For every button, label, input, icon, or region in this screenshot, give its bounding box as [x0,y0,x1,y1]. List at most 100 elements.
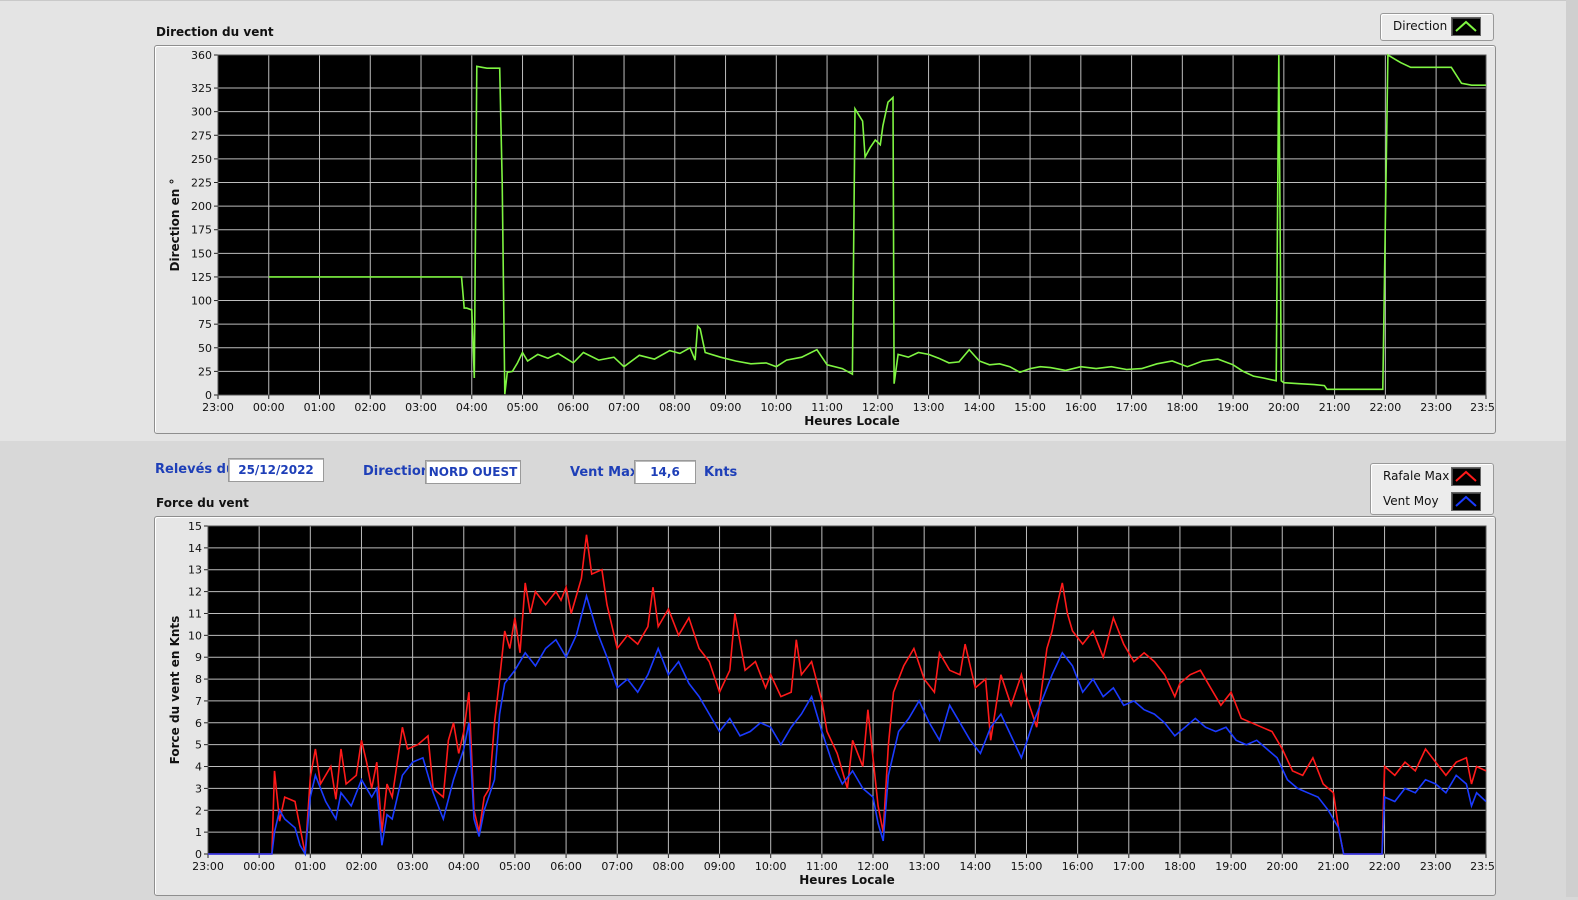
x-tick-label: 07:00 [608,401,640,414]
plot-area [208,526,1486,854]
y-tick-label: 0 [195,848,202,861]
x-tick-label: 19:00 [1217,401,1249,414]
x-tick-label: 06:00 [557,401,589,414]
direction-label: Direction [363,464,431,479]
y-tick-label: 4 [195,761,202,774]
x-tick-label: 05:00 [507,401,539,414]
x-tick-label: 10:00 [755,860,787,873]
y-tick-label: 11 [188,607,202,620]
x-tick-label: 09:00 [704,860,736,873]
direction-chart-panel: 23:00 00:00 01:00 02:00 03:00 04:00 05:00 06:00… [154,45,1502,434]
x-tick-label: 15:00 [1014,401,1046,414]
x-tick-label: 20:00 [1266,860,1298,873]
x-tick-label: 15:00 [1011,860,1043,873]
x-tick-label: 23:00 [192,860,224,873]
legend-label-rafale: Rafale Max [1383,469,1450,483]
y-tick-label: 200 [191,200,212,213]
y-tick-label: 360 [191,49,212,62]
x-tick-label: 02:00 [354,401,386,414]
x-tick-label: 12:00 [862,401,894,414]
x-tick-label: 14:00 [963,401,995,414]
x-axis-label: Heures Locale [804,414,899,428]
y-tick-label: 250 [191,153,212,166]
y-tick-label: 150 [191,247,212,260]
x-tick-label: 07:00 [601,860,633,873]
y-tick-label: 175 [191,224,212,237]
x-tick-label: 13:00 [908,860,940,873]
x-tick-label: 00:00 [243,860,275,873]
y-tick-label: 2 [195,804,202,817]
x-tick-label: 11:00 [811,401,843,414]
x-tick-label: 23:59 [1470,401,1495,414]
y-tick-label: 3 [195,782,202,795]
force-chart[interactable]: 23:00 00:00 01:00 02:00 03:00 04:00 05:00 06:00… [155,517,1502,895]
y-axis-label: Force du vent en Knts [168,616,182,765]
direction-chart-title: Direction du vent [156,25,274,39]
y-axis-label: Direction en ° [168,179,182,272]
y-tick-label: 300 [191,106,212,119]
y-tick-label: 15 [188,520,202,533]
direction-field[interactable]: NORD OUEST [425,460,521,484]
legend-item-vent-moy[interactable]: Vent Moy [1371,489,1493,513]
y-tick-label: 13 [188,564,202,577]
x-axis-label: Heures Locale [799,873,894,887]
force-legend[interactable]: Rafale Max Vent Moy [1370,463,1494,515]
x-tick-label: 04:00 [456,401,488,414]
x-tick-label: 04:00 [448,860,480,873]
force-chart-panel: 23:00 00:00 01:00 02:00 03:00 04:00 05:00 06:00… [154,516,1502,896]
vent-moy-line-swatch-icon [1451,492,1481,511]
y-tick-label: 7 [195,695,202,708]
x-tick-label: 05:00 [499,860,531,873]
x-tick-label: 22:00 [1369,860,1401,873]
vent-max-label: Vent Max [570,465,639,480]
x-tick-label: 08:00 [653,860,685,873]
legend-item-rafale[interactable]: Rafale Max [1371,464,1493,488]
rafale-line-swatch-icon [1451,467,1481,486]
x-tick-label: 14:00 [959,860,991,873]
x-tick-label: 22:00 [1370,401,1402,414]
direction-chart[interactable]: 23:00 00:00 01:00 02:00 03:00 04:00 05:00 06:00… [155,46,1502,433]
date-field[interactable]: 25/12/2022 [228,458,324,482]
y-tick-label: 10 [188,629,202,642]
y-tick-label: 9 [195,651,202,664]
x-tick-label: 21:00 [1318,860,1350,873]
x-tick-label: 17:00 [1113,860,1145,873]
y-tick-label: 5 [195,739,202,752]
x-tick-label: 23:00 [1420,401,1452,414]
direction-legend[interactable]: Direction [1380,13,1494,41]
x-tick-label: 18:00 [1166,401,1198,414]
vent-max-unit: Knts [704,465,738,480]
y-tick-label: 0 [205,389,212,402]
x-tick-label: 01:00 [294,860,326,873]
x-tick-label: 06:00 [550,860,582,873]
y-tick-label: 225 [191,177,212,190]
x-tick-label: 18:00 [1164,860,1196,873]
x-tick-label: 16:00 [1065,401,1097,414]
y-tick-label: 25 [198,365,212,378]
vent-max-field[interactable]: 14,6 [634,460,696,484]
y-tick-label: 50 [198,342,212,355]
x-tick-label: 23:00 [202,401,234,414]
x-tick-label: 19:00 [1215,860,1247,873]
x-tick-label: 00:00 [253,401,285,414]
x-tick-label: 09:00 [710,401,742,414]
x-tick-label: 12:00 [857,860,889,873]
y-tick-label: 14 [188,542,202,555]
force-chart-title: Force du vent [156,496,249,510]
y-tick-label: 12 [188,586,202,599]
x-tick-label: 20:00 [1268,401,1300,414]
y-tick-label: 275 [191,129,212,142]
x-tick-label: 08:00 [659,401,691,414]
y-tick-label: 100 [191,295,212,308]
x-tick-label: 02:00 [346,860,378,873]
legend-item-direction[interactable]: Direction [1381,14,1493,38]
x-tick-label: 17:00 [1116,401,1148,414]
y-tick-label: 8 [195,673,202,686]
x-tick-label: 21:00 [1319,401,1351,414]
x-tick-label: 10:00 [760,401,792,414]
y-tick-label: 75 [198,318,212,331]
date-label: Relevés du [155,462,236,477]
window-edge [1566,0,1578,897]
legend-label-direction: Direction [1393,19,1448,33]
x-tick-label: 11:00 [806,860,838,873]
